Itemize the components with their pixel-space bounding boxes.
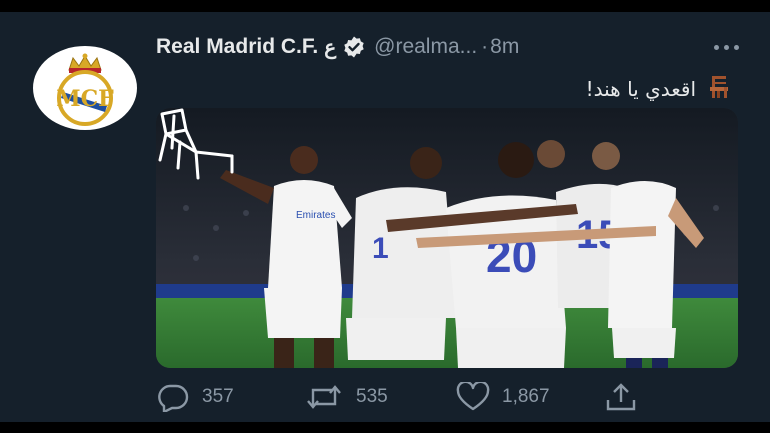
reply-count: 357 [202, 386, 234, 407]
real-madrid-crest-icon: MCF [56, 53, 114, 126]
author-name-extra: ع [324, 36, 337, 59]
reply-icon [158, 384, 189, 412]
reply-button[interactable]: 357 [156, 380, 234, 414]
more-dot-icon [723, 44, 729, 50]
tweet-body: اقعدي يا هند! [585, 77, 696, 101]
retweet-icon [307, 385, 341, 409]
retweet-count: 535 [356, 386, 388, 407]
action-bar: 357 535 1,867 [156, 380, 656, 414]
tweet-text-row: اقعدي يا هند! [586, 74, 732, 104]
avatar[interactable]: MCF [33, 46, 137, 130]
timestamp[interactable]: 8m [490, 35, 519, 59]
more-options-button[interactable] [706, 32, 746, 62]
verified-badge-icon [342, 35, 366, 59]
tweet-media-image[interactable]: Emirates 1 20 15 [156, 108, 738, 368]
share-button[interactable] [604, 380, 638, 414]
separator-dot: · [481, 35, 489, 58]
team-celebration-photo: Emirates 1 20 15 [156, 108, 738, 368]
svg-text:Emirates: Emirates [296, 210, 335, 221]
svg-text:1: 1 [372, 232, 389, 265]
svg-text:MCF: MCF [56, 86, 114, 112]
author-name[interactable]: Real Madrid C.F. [156, 35, 318, 59]
tweet-header: Real Madrid C.F. ع @realma... · 8m [156, 32, 746, 62]
tweet-card[interactable]: MCF Real Madrid C.F. ع @realma... · 8m ا… [0, 12, 770, 422]
more-dot-icon [713, 44, 719, 50]
share-icon [606, 383, 636, 411]
author-handle[interactable]: @realma... [374, 35, 477, 59]
chair-icon [706, 74, 732, 105]
retweet-button[interactable]: 535 [304, 380, 388, 414]
like-count: 1,867 [502, 386, 550, 407]
heart-icon [456, 382, 490, 411]
more-dot-icon [733, 44, 739, 50]
like-button[interactable]: 1,867 [456, 380, 550, 414]
